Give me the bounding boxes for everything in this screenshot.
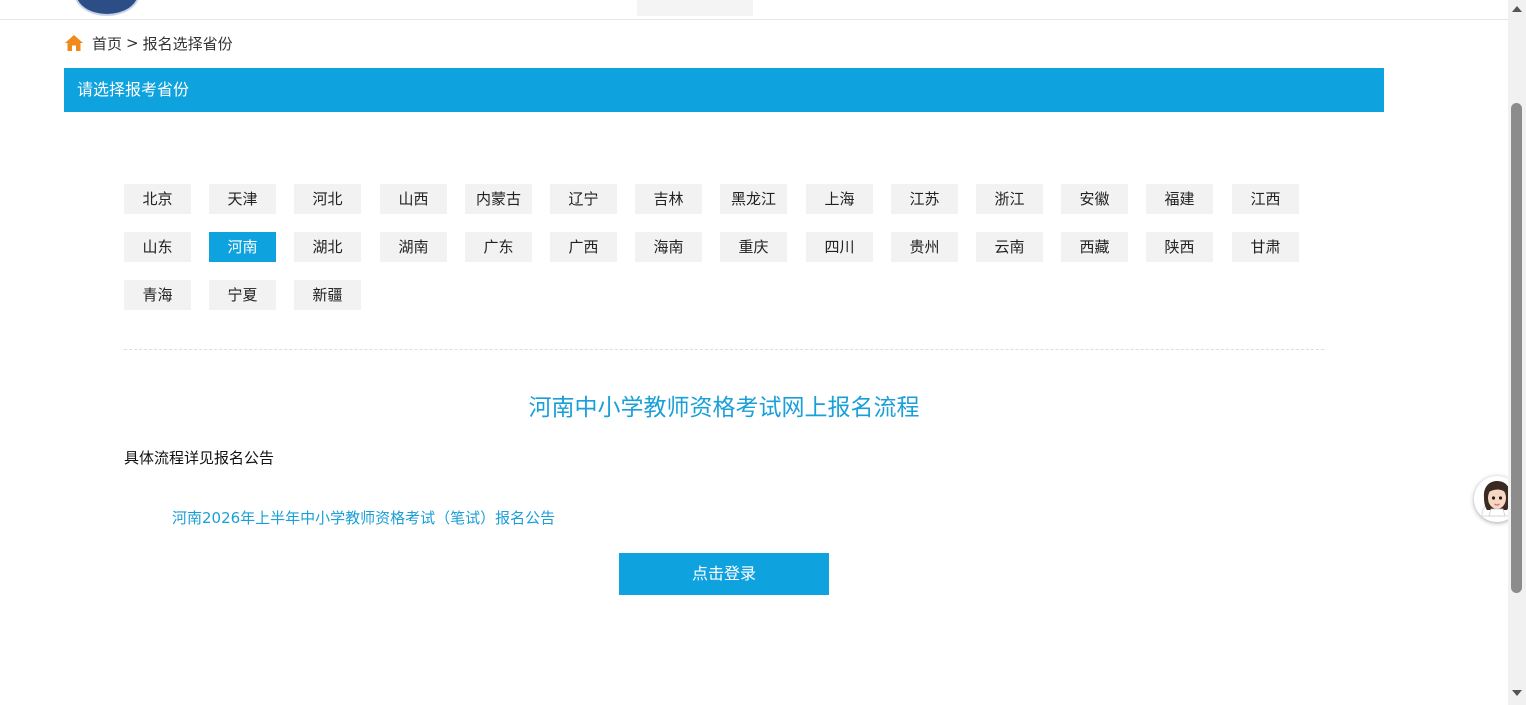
province-button[interactable]: 青海 (124, 280, 191, 310)
province-button[interactable]: 重庆 (720, 232, 787, 262)
home-icon[interactable] (64, 33, 84, 53)
province-button[interactable]: 四川 (806, 232, 873, 262)
province-button[interactable]: 宁夏 (209, 280, 276, 310)
province-button[interactable]: 湖北 (294, 232, 361, 262)
province-button[interactable]: 浙江 (976, 184, 1043, 214)
province-button[interactable]: 广东 (465, 232, 532, 262)
scroll-up-icon[interactable] (1512, 6, 1522, 12)
province-button[interactable]: 安徽 (1061, 184, 1128, 214)
page-title: 请选择报考省份 (77, 80, 190, 99)
province-button[interactable]: 山西 (380, 184, 447, 214)
scroll-thumb[interactable] (1511, 103, 1522, 593)
site-logo[interactable] (74, 0, 140, 16)
province-button[interactable]: 黑龙江 (720, 184, 787, 214)
assistant-avatar-image (1476, 478, 1508, 520)
province-button[interactable]: 江西 (1232, 184, 1299, 214)
province-button[interactable]: 江苏 (891, 184, 958, 214)
announcement-link[interactable]: 河南2026年上半年中小学教师资格考试（笔试）报名公告 (172, 507, 555, 528)
header-nav-item[interactable] (637, 0, 753, 16)
province-button[interactable]: 西藏 (1061, 232, 1128, 262)
province-button[interactable]: 山东 (124, 232, 191, 262)
login-button[interactable]: 点击登录 (619, 553, 829, 595)
province-button[interactable]: 上海 (806, 184, 873, 214)
breadcrumb-current: 报名选择省份 (142, 34, 233, 53)
page-viewport: 首页 > 报名选择省份 请选择报考省份 北京 天津 河北 山西 内蒙古 辽宁 吉林 黑龙江 上海… (0, 0, 1508, 705)
breadcrumb-separator: > (126, 34, 139, 52)
province-button[interactable]: 河南 (209, 232, 276, 262)
province-button[interactable]: 新疆 (294, 280, 361, 310)
province-button[interactable]: 陕西 (1146, 232, 1213, 262)
province-button[interactable]: 吉林 (635, 184, 702, 214)
province-button[interactable]: 福建 (1146, 184, 1213, 214)
province-button[interactable]: 云南 (976, 232, 1043, 262)
province-button[interactable]: 海南 (635, 232, 702, 262)
province-button[interactable]: 甘肃 (1232, 232, 1299, 262)
section-divider (124, 349, 1324, 350)
province-button[interactable]: 天津 (209, 184, 276, 214)
vertical-scrollbar[interactable] (1508, 0, 1526, 705)
registration-flow-title: 河南中小学教师资格考试网上报名流程 (528, 395, 920, 421)
province-button[interactable]: 内蒙古 (465, 184, 532, 214)
province-button[interactable]: 北京 (124, 184, 191, 214)
breadcrumb: 首页 > 报名选择省份 (64, 32, 233, 54)
assistant-avatar-icon[interactable] (1474, 476, 1508, 522)
page-title-bar: 请选择报考省份 (64, 68, 1384, 112)
province-button[interactable]: 河北 (294, 184, 361, 214)
province-button[interactable]: 辽宁 (550, 184, 617, 214)
scroll-down-icon[interactable] (1512, 690, 1522, 696)
province-button[interactable]: 湖南 (380, 232, 447, 262)
province-button[interactable]: 贵州 (891, 232, 958, 262)
flow-detail-note: 具体流程详见报名公告 (124, 449, 275, 467)
province-button[interactable]: 广西 (550, 232, 617, 262)
breadcrumb-home-link[interactable]: 首页 (92, 33, 122, 54)
site-header (0, 0, 1508, 20)
